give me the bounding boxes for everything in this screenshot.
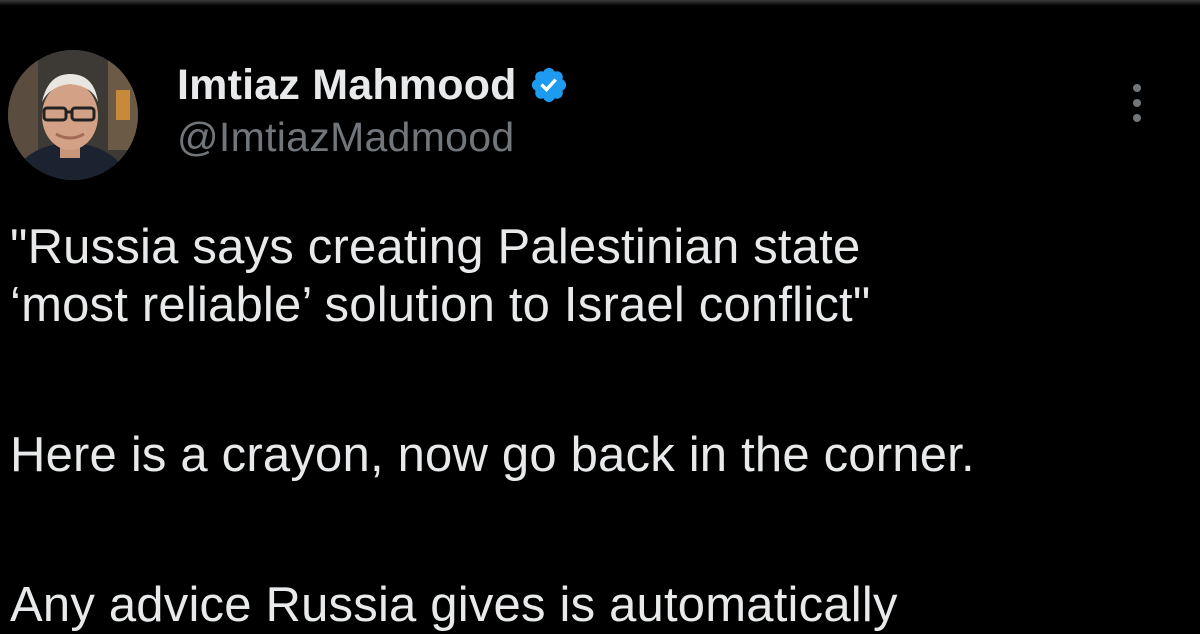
tweet-header: Imtiaz Mahmood @ImtiazMadmood [177, 58, 569, 161]
author-handle[interactable]: @ImtiazMadmood [177, 114, 569, 161]
tweet-line: ‘most reliable’ solution to Israel confl… [10, 278, 871, 332]
avatar[interactable] [8, 50, 138, 180]
avatar-photo [8, 50, 138, 180]
tweet-text: "Russia says creating Palestinian state … [10, 218, 1200, 634]
verified-badge-icon [529, 65, 569, 105]
author-row: Imtiaz Mahmood [177, 58, 569, 112]
more-dot [1133, 84, 1141, 92]
tweet-line: "Russia says creating Palestinian state [10, 220, 861, 274]
top-divider [0, 0, 1200, 6]
tweet-line: Any advice Russia gives is automatically [10, 578, 898, 632]
author-display-name[interactable]: Imtiaz Mahmood [177, 61, 517, 110]
tweet-line: Here is a crayon, now go back in the cor… [10, 428, 975, 482]
more-options-icon[interactable] [1120, 80, 1154, 126]
more-dot [1133, 114, 1141, 122]
more-dot [1133, 99, 1141, 107]
